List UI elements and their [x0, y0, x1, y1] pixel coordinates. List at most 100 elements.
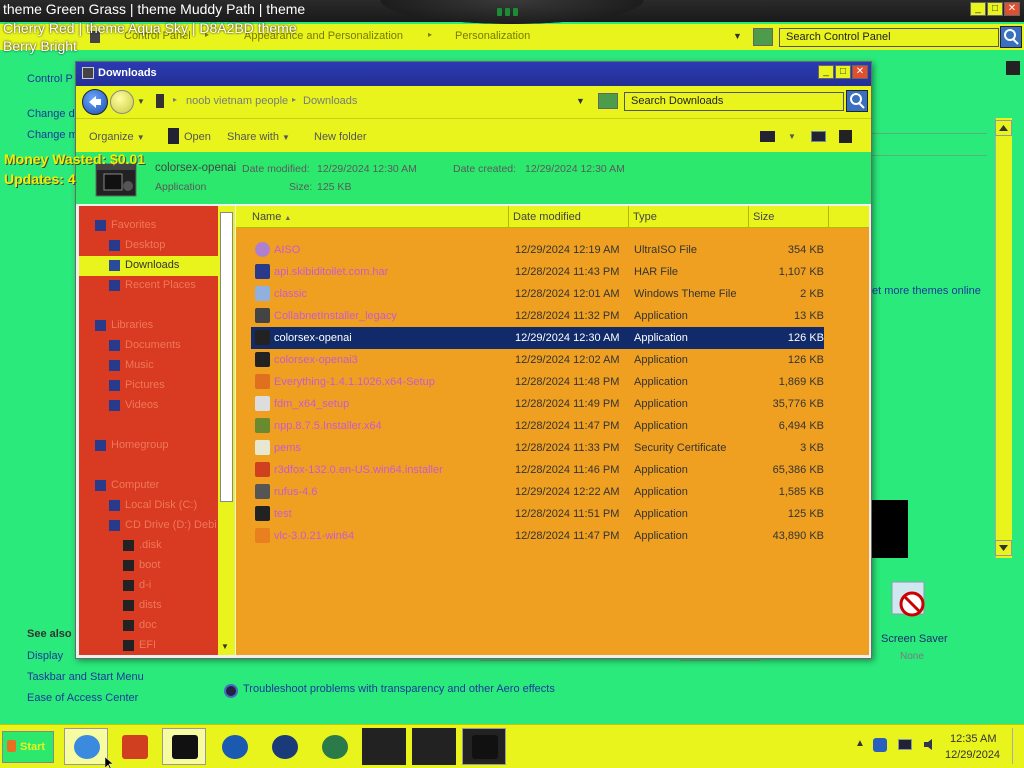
- taskbar-button[interactable]: [112, 728, 156, 765]
- close-button[interactable]: ✕: [852, 65, 868, 79]
- file-row[interactable]: Everything-1.4.1.1026.x64-Setup 12/28/202…: [251, 371, 824, 393]
- explorer-window[interactable]: Downloads _ □ ✕ ▼ ▸ noob vietnam people …: [75, 61, 872, 659]
- nav-item-cd-drive-d-debi[interactable]: CD Drive (D:) Debi: [79, 516, 218, 536]
- taskbar-button[interactable]: [312, 728, 356, 765]
- file-row[interactable]: colorsex-openai 12/29/2024 12:30 AM Applic…: [251, 327, 824, 349]
- nav-item-favorites[interactable]: Favorites: [79, 216, 218, 236]
- taskbar-button[interactable]: [462, 728, 506, 765]
- nav-item-videos[interactable]: Videos: [79, 396, 218, 416]
- display-link[interactable]: Display: [27, 650, 63, 662]
- nav-item-music[interactable]: Music: [79, 356, 218, 376]
- theme-preview[interactable]: [871, 500, 908, 558]
- view-icon[interactable]: [760, 131, 775, 142]
- file-row[interactable]: classic 12/28/2024 12:01 AM Windows Theme …: [251, 283, 824, 305]
- taskbar-button[interactable]: [64, 728, 108, 765]
- change-desktop-link[interactable]: Change d: [27, 108, 75, 120]
- nav-item-downloads[interactable]: Downloads: [79, 256, 218, 276]
- screen-saver-label[interactable]: Screen Saver: [881, 633, 948, 645]
- crumb-sep-icon[interactable]: ▸: [428, 30, 432, 39]
- content-scrollbar[interactable]: [995, 118, 1012, 558]
- help-icon[interactable]: [1006, 61, 1020, 75]
- file-row[interactable]: colorsex-openai3 12/29/2024 12:02 AM Appli…: [251, 349, 824, 371]
- column-type[interactable]: Type: [629, 206, 749, 228]
- show-hidden-icons-icon[interactable]: ▲: [855, 738, 865, 749]
- clock-time[interactable]: 12:35 AM: [950, 733, 996, 745]
- action-center-icon[interactable]: [873, 738, 887, 752]
- scroll-down-button[interactable]: [995, 540, 1012, 556]
- file-row[interactable]: npp.8.7.5.Installer.x64 12/28/2024 11:47 …: [251, 415, 824, 437]
- minimize-button[interactable]: _: [818, 65, 834, 79]
- column-name[interactable]: Name ▲: [236, 206, 509, 228]
- scroll-down-icon[interactable]: ▼: [221, 642, 229, 651]
- file-row[interactable]: test 12/28/2024 11:51 PM Application 125 KB: [251, 503, 824, 525]
- help-icon[interactable]: [839, 130, 852, 143]
- clock-date[interactable]: 12/29/2024: [945, 749, 1000, 761]
- nav-item-pictures[interactable]: Pictures: [79, 376, 218, 396]
- address-dropdown-icon[interactable]: ▼: [576, 96, 585, 106]
- nav-item-doc[interactable]: doc: [79, 616, 218, 636]
- refresh-icon[interactable]: [598, 93, 618, 109]
- downloads-search-input[interactable]: Search Downloads: [624, 92, 844, 111]
- nav-item-boot[interactable]: boot: [79, 556, 218, 576]
- volume-icon[interactable]: [923, 738, 937, 751]
- taskbar-button[interactable]: [212, 728, 256, 765]
- maximize-button[interactable]: □: [987, 2, 1003, 16]
- nav-item-libraries[interactable]: Libraries: [79, 316, 218, 336]
- scroll-up-button[interactable]: [995, 120, 1012, 136]
- taskbar-start-menu-link[interactable]: Taskbar and Start Menu: [27, 671, 144, 683]
- nav-item-homegroup[interactable]: Homegroup: [79, 436, 218, 456]
- back-button[interactable]: [82, 89, 108, 115]
- show-desktop-button[interactable]: [1012, 728, 1022, 764]
- close-button[interactable]: ✕: [1004, 2, 1020, 16]
- navigation-pane[interactable]: Favorites Desktop Downloads Recent Places Li…: [79, 206, 218, 655]
- file-row[interactable]: CollabnetInstaller_legacy 12/28/2024 11:3…: [251, 305, 824, 327]
- crumb-personalization[interactable]: Personalization: [455, 30, 530, 42]
- path-segment[interactable]: noob vietnam people: [186, 95, 288, 107]
- nav-item-local-disk-c[interactable]: Local Disk (C:): [79, 496, 218, 516]
- nav-item-computer[interactable]: Computer: [79, 476, 218, 496]
- file-row[interactable]: vlc-3.0.21-win64 12/28/2024 11:47 PM Appli…: [251, 525, 824, 547]
- file-row[interactable]: api.skibiditoilet.com.har 12/28/2024 11:4…: [251, 261, 824, 283]
- taskbar-button[interactable]: [262, 728, 306, 765]
- nav-item-dists[interactable]: dists: [79, 596, 218, 616]
- get-more-themes-link[interactable]: et more themes online: [872, 285, 981, 297]
- refresh-icon[interactable]: [753, 28, 773, 46]
- file-row[interactable]: AISO 12/29/2024 12:19 AM UltraISO File 354 …: [251, 239, 824, 261]
- taskbar-button[interactable]: [362, 728, 406, 765]
- column-size[interactable]: Size: [749, 206, 829, 228]
- explorer-title-bar[interactable]: Downloads _ □ ✕: [76, 62, 871, 86]
- troubleshoot-link[interactable]: Troubleshoot problems with transparency …: [243, 683, 555, 695]
- screen-saver-icon[interactable]: [888, 578, 936, 626]
- column-extra[interactable]: [829, 206, 869, 228]
- file-row[interactable]: pems 12/28/2024 11:33 PM Security Certific…: [251, 437, 824, 459]
- control-panel-search-input[interactable]: Search Control Panel: [779, 28, 999, 47]
- taskbar-button[interactable]: [412, 728, 456, 765]
- preview-pane-icon[interactable]: [811, 131, 826, 142]
- new-folder-button[interactable]: New folder: [314, 131, 367, 143]
- change-mouse-link[interactable]: Change m: [27, 129, 78, 141]
- nav-item-disk[interactable]: .disk: [79, 536, 218, 556]
- organize-button[interactable]: Organize ▼: [89, 131, 145, 143]
- search-icon[interactable]: [1000, 26, 1022, 48]
- network-icon[interactable]: [898, 739, 912, 750]
- nav-item-recent-places[interactable]: Recent Places: [79, 276, 218, 296]
- nav-item-d-i[interactable]: d-i: [79, 576, 218, 596]
- search-icon[interactable]: [846, 90, 868, 112]
- nav-item-efi[interactable]: EFI: [79, 636, 218, 655]
- navigation-scroll-thumb[interactable]: [220, 212, 233, 502]
- taskbar-button[interactable]: [162, 728, 206, 765]
- file-row[interactable]: r3dfox-132.0.en-US.win64.installer 12/28/…: [251, 459, 824, 481]
- nav-item-desktop[interactable]: Desktop: [79, 236, 218, 256]
- minimize-button[interactable]: _: [970, 2, 986, 16]
- view-dropdown-icon[interactable]: ▼: [788, 132, 796, 141]
- share-with-button[interactable]: Share with ▼: [227, 131, 290, 143]
- maximize-button[interactable]: □: [835, 65, 851, 79]
- nav-item-documents[interactable]: Documents: [79, 336, 218, 356]
- file-row[interactable]: rufus-4.6 12/29/2024 12:22 AM Application 1…: [251, 481, 824, 503]
- open-button[interactable]: Open: [184, 131, 211, 143]
- recent-pages-icon[interactable]: ▼: [137, 97, 145, 106]
- forward-button[interactable]: [110, 90, 134, 114]
- column-date-modified[interactable]: Date modified: [509, 206, 629, 228]
- control-panel-home-link[interactable]: Control P: [27, 73, 73, 85]
- ease-of-access-link[interactable]: Ease of Access Center: [27, 692, 138, 704]
